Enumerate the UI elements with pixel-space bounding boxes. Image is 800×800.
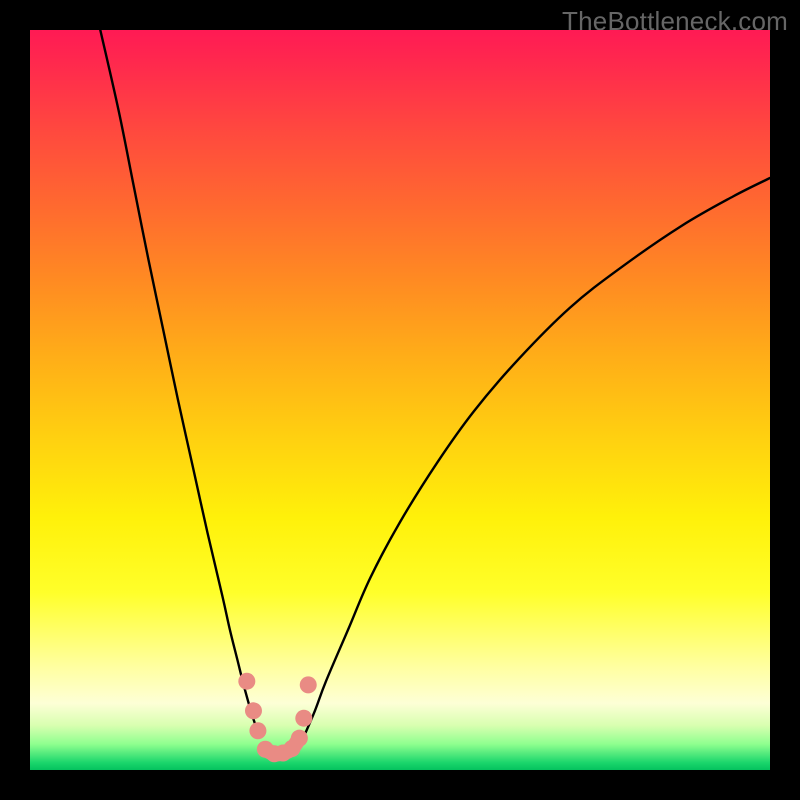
plot-area — [30, 30, 770, 770]
valley-dot — [300, 676, 317, 693]
left-curve — [100, 30, 259, 737]
right-curve — [304, 178, 770, 737]
valley-markers — [238, 673, 316, 763]
valley-dot — [249, 722, 266, 739]
valley-dot — [245, 702, 262, 719]
outer-frame: TheBottleneck.com — [0, 0, 800, 800]
valley-dot — [291, 730, 308, 747]
curve-layer — [30, 30, 770, 770]
valley-dot — [295, 710, 312, 727]
valley-dot — [238, 673, 255, 690]
